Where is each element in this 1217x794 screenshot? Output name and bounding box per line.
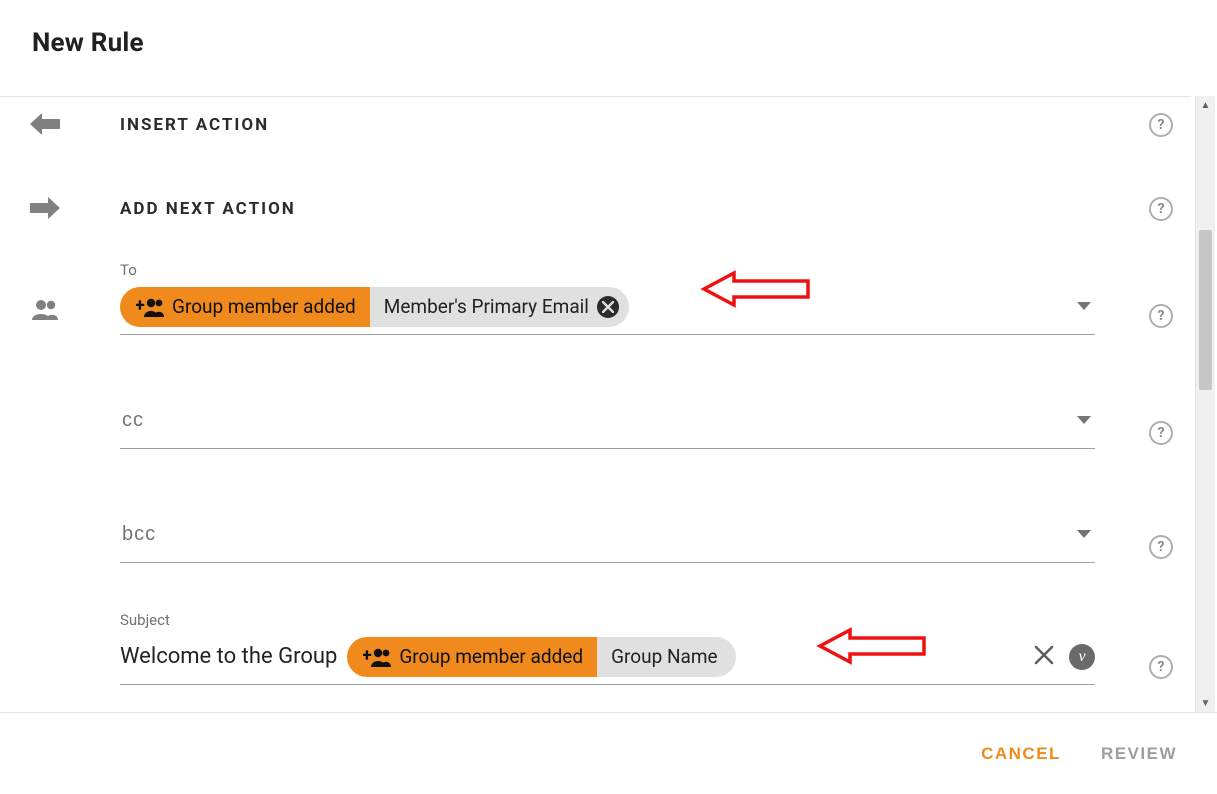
chevron-down-icon[interactable] (1073, 411, 1095, 430)
clear-icon[interactable] (1029, 644, 1059, 670)
help-icon[interactable]: ? (1149, 421, 1173, 445)
to-chip-event-label: Group member added (172, 295, 356, 318)
subject-chip-event-label: Group member added (399, 645, 583, 668)
cc-field[interactable] (120, 399, 1095, 449)
add-next-action-row: ADD NEXT ACTION ? (0, 181, 1191, 225)
subject-chip-event[interactable]: + Group member added (347, 637, 597, 677)
insert-action-row: INSERT ACTION ? (0, 97, 1191, 141)
help-icon[interactable]: ? (1149, 304, 1173, 328)
insert-action-heading[interactable]: INSERT ACTION (120, 109, 1095, 141)
to-chip-field-label: Member's Primary Email (384, 295, 589, 318)
review-button[interactable]: REVIEW (1097, 736, 1181, 772)
cc-field-row: ? (0, 387, 1191, 449)
dialog-title: New Rule (0, 0, 1217, 84)
bcc-input[interactable] (120, 515, 1073, 554)
scrollbar[interactable]: ▲ ▼ (1195, 96, 1215, 712)
svg-text:+: + (136, 297, 145, 316)
people-icon (0, 276, 120, 320)
svg-text:+: + (363, 647, 372, 666)
to-chip-field[interactable]: Member's Primary Email (370, 287, 629, 327)
chevron-down-icon[interactable] (1073, 525, 1095, 544)
bcc-field[interactable] (120, 513, 1095, 563)
dialog-body: INSERT ACTION ? ADD NEXT ACTION ? (0, 96, 1191, 712)
arrow-right-icon[interactable] (0, 193, 120, 219)
help-icon[interactable]: ? (1149, 197, 1173, 221)
subject-chip-field-label: Group Name (611, 645, 718, 668)
arrow-left-icon[interactable] (0, 109, 120, 135)
scrollbar-thumb[interactable] (1199, 230, 1212, 390)
bcc-field-row: ? (0, 501, 1191, 563)
help-icon[interactable]: ? (1149, 655, 1173, 679)
subject-chip-field[interactable]: Group Name (597, 637, 736, 677)
to-label: To (120, 261, 1095, 279)
dialog-footer: CANCEL REVIEW (0, 712, 1217, 794)
help-icon[interactable]: ? (1149, 113, 1173, 137)
close-icon[interactable] (597, 296, 619, 318)
subject-label: Subject (120, 611, 1095, 629)
to-chip-event[interactable]: + Group member added (120, 287, 370, 327)
insert-variable-button[interactable]: v (1069, 644, 1095, 670)
subject-text[interactable]: Welcome to the Group (120, 644, 337, 669)
to-field[interactable]: + Group member added Member's Primary Em… (120, 285, 1095, 335)
cc-input[interactable] (120, 401, 1073, 440)
scroll-down-icon[interactable]: ▼ (1196, 694, 1215, 712)
subject-field[interactable]: Welcome to the Group + Group member adde… (120, 635, 1095, 685)
chevron-down-icon[interactable] (1073, 297, 1095, 316)
add-next-action-heading[interactable]: ADD NEXT ACTION (120, 193, 1095, 225)
subject-field-row: Subject Welcome to the Group + Group mem… (0, 599, 1191, 685)
cancel-button[interactable]: CANCEL (977, 736, 1065, 772)
help-icon[interactable]: ? (1149, 535, 1173, 559)
scroll-up-icon[interactable]: ▲ (1196, 96, 1215, 114)
to-field-row: To + Group member added (0, 249, 1191, 335)
